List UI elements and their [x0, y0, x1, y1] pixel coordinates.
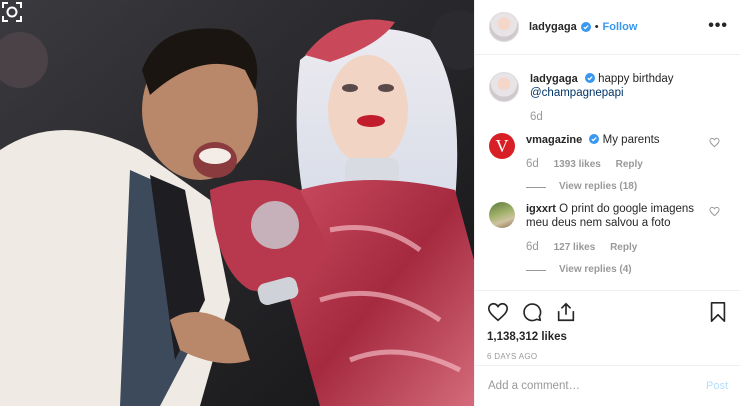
view-replies-button[interactable]: View replies (18) — [526, 180, 729, 194]
like-comment-icon[interactable] — [709, 137, 720, 148]
add-comment-bar: Add a comment… Post — [475, 365, 740, 406]
lens-icon[interactable] — [0, 0, 24, 24]
post-header: ladygaga • Follow ••• — [475, 0, 740, 55]
share-icon[interactable] — [555, 301, 577, 323]
more-options-button[interactable]: ••• — [708, 18, 728, 34]
likes-count[interactable]: 1,138,312 likes — [487, 331, 731, 343]
reply-button[interactable]: Reply — [616, 159, 643, 170]
comment-text: My parents — [602, 134, 660, 146]
reply-button[interactable]: Reply — [610, 242, 637, 253]
comment-time: 6d — [526, 158, 539, 170]
comments-list: ladygaga happy birthday @champagnepapi 6… — [475, 56, 740, 290]
comment-author[interactable]: vmagazine — [526, 134, 582, 146]
caption-author[interactable]: ladygaga — [530, 73, 578, 85]
like-heart-icon[interactable] — [487, 301, 509, 323]
comment-likes[interactable]: 127 likes — [554, 242, 596, 253]
view-replies-label: View replies (18) — [559, 181, 638, 192]
verified-badge-icon — [580, 22, 591, 32]
header-separator: • — [594, 21, 599, 33]
comment-input[interactable]: Add a comment… — [488, 380, 706, 392]
post-side-panel: ladygaga • Follow ••• ladygaga happy bir… — [474, 0, 740, 406]
follow-button[interactable]: Follow — [603, 21, 638, 33]
commenter-avatar[interactable] — [489, 202, 515, 228]
replies-divider — [526, 269, 546, 271]
post-actions: 1,138,312 likes 6 DAYS AGO — [475, 290, 740, 368]
post-comment-button[interactable]: Post — [706, 380, 728, 392]
author-username[interactable]: ladygaga — [529, 21, 577, 33]
author-avatar[interactable] — [489, 12, 519, 42]
verified-badge-icon — [589, 134, 600, 144]
like-comment-icon[interactable] — [709, 206, 720, 217]
post-date: 6 DAYS AGO — [487, 352, 538, 361]
replies-divider — [526, 186, 546, 188]
caption: ladygaga happy birthday @champagnepapi 6… — [489, 72, 729, 125]
comment-likes[interactable]: 1393 likes — [554, 159, 601, 170]
comment-bubble-icon[interactable] — [521, 301, 543, 323]
comment-author[interactable]: igxxrt — [526, 203, 556, 215]
post-photo[interactable] — [0, 0, 474, 406]
bookmark-icon[interactable] — [707, 301, 729, 323]
instagram-post: ladygaga • Follow ••• ladygaga happy bir… — [0, 0, 740, 406]
view-replies-button[interactable]: View replies (4) — [526, 263, 711, 277]
verified-badge-icon — [584, 73, 595, 83]
view-replies-label: View replies (4) — [559, 264, 632, 275]
comment-time: 6d — [526, 241, 539, 253]
caption-avatar[interactable] — [489, 72, 519, 102]
commenter-avatar[interactable]: V — [489, 133, 515, 159]
post-photo-art — [0, 0, 474, 406]
caption-time: 6d — [530, 111, 543, 123]
comment-item: igxxrt O print do google imagens meu deu… — [489, 202, 729, 277]
caption-text: happy birthday — [598, 73, 674, 85]
caption-mention[interactable]: @champagnepapi — [530, 87, 624, 99]
comment-item: V vmagazine My parents 6d 1393 likes Rep… — [489, 133, 729, 194]
